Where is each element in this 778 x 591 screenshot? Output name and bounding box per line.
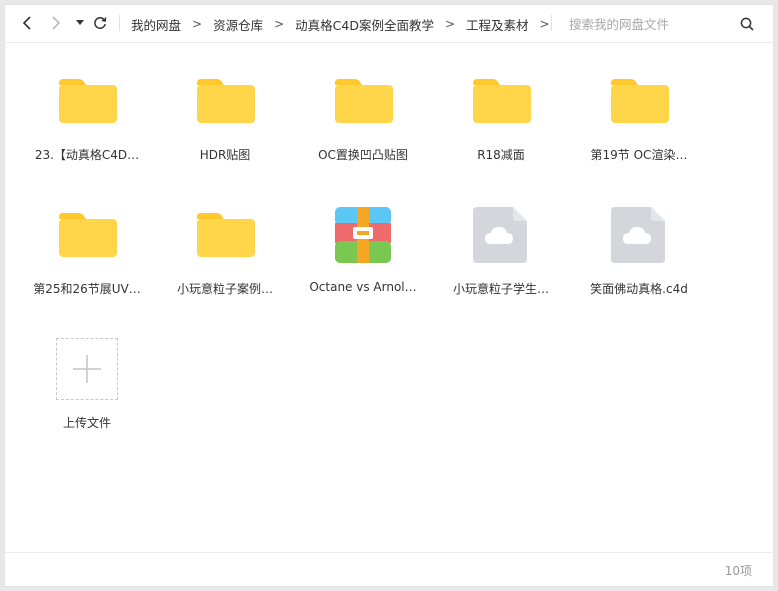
breadcrumb-item-current[interactable]: 工程及素材 [466,15,529,34]
file-name: 笑面佛动真格.c4d [590,282,688,296]
toolbar: 我的网盘 > 资源仓库 > 动真格C4D案例全面教学 > 工程及素材 > [5,5,773,43]
file-name: 第25和26节展UV… [33,282,141,296]
file-name: R18减面 [477,148,525,162]
file-browser-window: 我的网盘 > 资源仓库 > 动真格C4D案例全面教学 > 工程及素材 > 23.… [4,4,774,587]
cloud-file-item[interactable]: 小玩意粒子学生… [434,177,568,297]
search-input[interactable] [561,11,761,37]
search-icon[interactable] [740,17,754,31]
archive-icon [335,207,391,263]
file-name: Octane vs Arnol… [309,280,417,294]
cloud-file-icon [611,207,665,263]
archive-file-item[interactable]: Octane vs Arnol… [296,177,430,297]
breadcrumb-separator: > [444,17,456,31]
folder-item[interactable]: 第25和26节展UV… [20,177,154,297]
back-button[interactable] [18,14,36,32]
folder-item[interactable]: OC置换凹凸贴图 [296,43,430,163]
folder-icon [59,79,117,123]
breadcrumb-item-resources[interactable]: 资源仓库 [213,15,263,34]
chevron-left-icon [22,16,31,30]
breadcrumb-separator: > [192,17,203,31]
plus-icon [73,355,101,383]
status-bar: 10项 [5,552,773,586]
toolbar-divider [551,15,552,31]
folder-icon [335,79,393,123]
history-dropdown-button[interactable] [71,14,89,32]
folder-icon [197,213,255,257]
folder-item[interactable]: 第19节 OC渲染… [572,43,706,163]
breadcrumb: 我的网盘 > 资源仓库 > 动真格C4D案例全面教学 > 工程及素材 > [131,5,561,43]
file-name: 23.【动真格C4D… [34,148,140,162]
folder-item[interactable]: R18减面 [434,43,568,163]
chevron-right-icon [52,16,61,30]
upload-dropzone[interactable] [56,338,118,400]
toolbar-divider [119,15,120,31]
breadcrumb-separator: > [274,17,285,31]
item-count: 10项 [724,564,752,578]
caret-down-icon [76,20,84,25]
folder-icon [59,213,117,257]
folder-item[interactable]: 小玩意粒子案例… [158,177,292,297]
folder-icon [473,79,531,123]
folder-item[interactable]: 23.【动真格C4D… [20,43,154,163]
breadcrumb-separator: > [539,17,550,31]
file-name: OC置换凹凸贴图 [318,148,408,162]
file-name: 小玩意粒子案例… [176,282,273,296]
folder-icon [611,79,669,123]
folder-item[interactable]: HDR贴图 [158,43,292,163]
file-name: HDR贴图 [199,148,251,162]
upload-label: 上传文件 [62,416,111,430]
upload-file-button[interactable]: 上传文件 [20,338,154,458]
breadcrumb-item-course[interactable]: 动真格C4D案例全面教学 [295,15,434,34]
folder-icon [197,79,255,123]
forward-button[interactable] [47,14,65,32]
refresh-button[interactable] [91,14,109,32]
breadcrumb-item-my-drive[interactable]: 我的网盘 [131,15,181,34]
file-name: 小玩意粒子学生… [452,282,549,296]
refresh-icon [94,17,107,29]
cloud-file-item[interactable]: 笑面佛动真格.c4d [572,177,706,297]
file-name: 第19节 OC渲染… [590,148,688,162]
cloud-file-icon [473,207,527,263]
